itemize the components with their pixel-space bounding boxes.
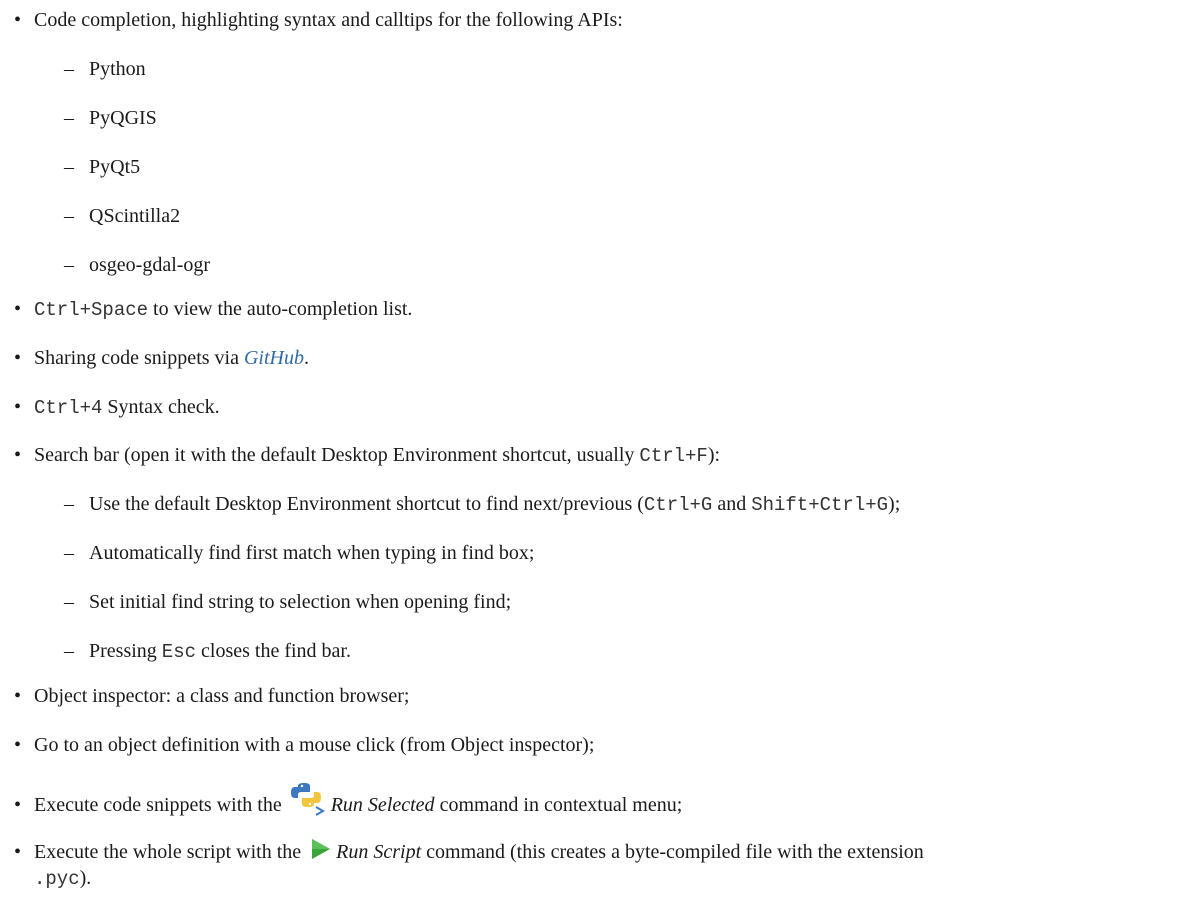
list-item-ctrl-space: • Ctrl+Space to view the auto-completion …: [14, 296, 412, 323]
api-pyqt5: PyQt5: [89, 156, 141, 178]
dash: –: [64, 58, 74, 80]
ctrl-space-text: to view the auto-completion list.: [148, 298, 413, 320]
shortcut-ctrl-g: Ctrl+G: [643, 494, 713, 516]
github-link[interactable]: GitHub: [244, 347, 304, 369]
dash: –: [64, 205, 74, 227]
find-next-post: );: [888, 493, 901, 515]
github-post: .: [303, 347, 309, 369]
pyc-extension: .pyc: [34, 868, 80, 890]
find-next-mid: and: [712, 493, 752, 515]
dash: –: [64, 254, 74, 276]
run-script-play-icon: [308, 838, 332, 871]
dash: –: [64, 107, 74, 129]
list-item-github: • Sharing code snippets via GitHub.: [14, 345, 309, 371]
list-item-object-inspector: • Object inspector: a class and function …: [14, 683, 409, 709]
shortcut-shift-ctrl-g: Shift+Ctrl+G: [751, 494, 889, 516]
dash: –: [64, 591, 74, 613]
search-pre: Search bar (open it with the default Des…: [34, 444, 640, 466]
list-item-apis: • Code completion, highlighting syntax an…: [14, 7, 623, 33]
find-initial-text: Set initial find string to selection whe…: [89, 591, 512, 613]
bullet: •: [14, 841, 22, 863]
sublist-item-esc: – Pressing Esc closes the find bar.: [64, 638, 351, 665]
run-script-post: command (this creates a byte-compiled fi…: [421, 841, 924, 863]
dash: –: [64, 640, 74, 662]
list-item-run-script: • Execute the whole script with the Run S…: [14, 838, 924, 871]
run-selected-command: Run Selected: [330, 794, 435, 816]
list-item-search-bar: • Search bar (open it with the default De…: [14, 442, 720, 469]
run-script-pre: Execute the whole script with the: [34, 841, 307, 863]
run-selected-pre: Execute code snippets with the: [34, 794, 287, 816]
api-qscintilla2: QScintilla2: [89, 205, 181, 227]
dash: –: [64, 542, 74, 564]
sublist-item-python: – Python: [64, 56, 146, 82]
sublist-item-find-initial: – Set initial find string to selection wh…: [64, 589, 511, 615]
run-script-end: ).: [79, 867, 92, 889]
bullet: •: [14, 794, 22, 816]
apis-text: Code completion, highlighting syntax and…: [34, 9, 623, 31]
bullet: •: [14, 9, 22, 31]
list-item-run-selected: • Execute code snippets with the Run Sele…: [14, 783, 682, 824]
find-first-text: Automatically find first match when typi…: [89, 542, 535, 564]
github-pre: Sharing code snippets via: [34, 347, 244, 369]
shortcut-ctrl-f: Ctrl+F: [639, 445, 708, 467]
bullet: •: [14, 347, 22, 369]
run-script-continuation: .pyc).: [34, 865, 91, 892]
esc-pre: Pressing: [89, 640, 162, 662]
bullet: •: [14, 298, 22, 320]
shortcut-esc: Esc: [161, 641, 197, 663]
bullet: •: [14, 444, 22, 466]
dash: –: [64, 156, 74, 178]
bullet: •: [14, 734, 22, 756]
dash: –: [64, 493, 74, 515]
sublist-item-qscintilla2: – QScintilla2: [64, 203, 180, 229]
run-script-command: Run Script: [336, 841, 422, 863]
api-gdal: osgeo-gdal-ogr: [89, 254, 211, 276]
list-item-goto-definition: • Go to an object definition with a mouse…: [14, 732, 594, 758]
api-python: Python: [89, 58, 146, 80]
ctrl4-text: Syntax check.: [102, 396, 220, 418]
sublist-item-gdal: – osgeo-gdal-ogr: [64, 252, 210, 278]
sublist-item-find-first: – Automatically find first match when typ…: [64, 540, 534, 566]
goto-definition-text: Go to an object definition with a mouse …: [34, 734, 595, 756]
shortcut-ctrl4: Ctrl+4: [34, 397, 103, 419]
sublist-item-find-next: – Use the default Desktop Environment sho…: [64, 491, 900, 518]
api-pyqgis: PyQGIS: [89, 107, 157, 129]
esc-post: closes the find bar.: [196, 640, 351, 662]
python-run-selected-icon: [289, 783, 327, 824]
list-item-ctrl4: • Ctrl+4 Syntax check.: [14, 394, 220, 421]
object-inspector-text: Object inspector: a class and function b…: [34, 685, 410, 707]
sublist-item-pyqgis: – PyQGIS: [64, 105, 157, 131]
bullet: •: [14, 685, 22, 707]
search-post: ):: [707, 444, 721, 466]
run-selected-post: command in contextual menu;: [434, 794, 683, 816]
bullet: •: [14, 396, 22, 418]
shortcut-ctrl-space: Ctrl+Space: [34, 299, 149, 321]
sublist-item-pyqt5: – PyQt5: [64, 154, 140, 180]
find-next-pre: Use the default Desktop Environment shor…: [89, 493, 644, 515]
